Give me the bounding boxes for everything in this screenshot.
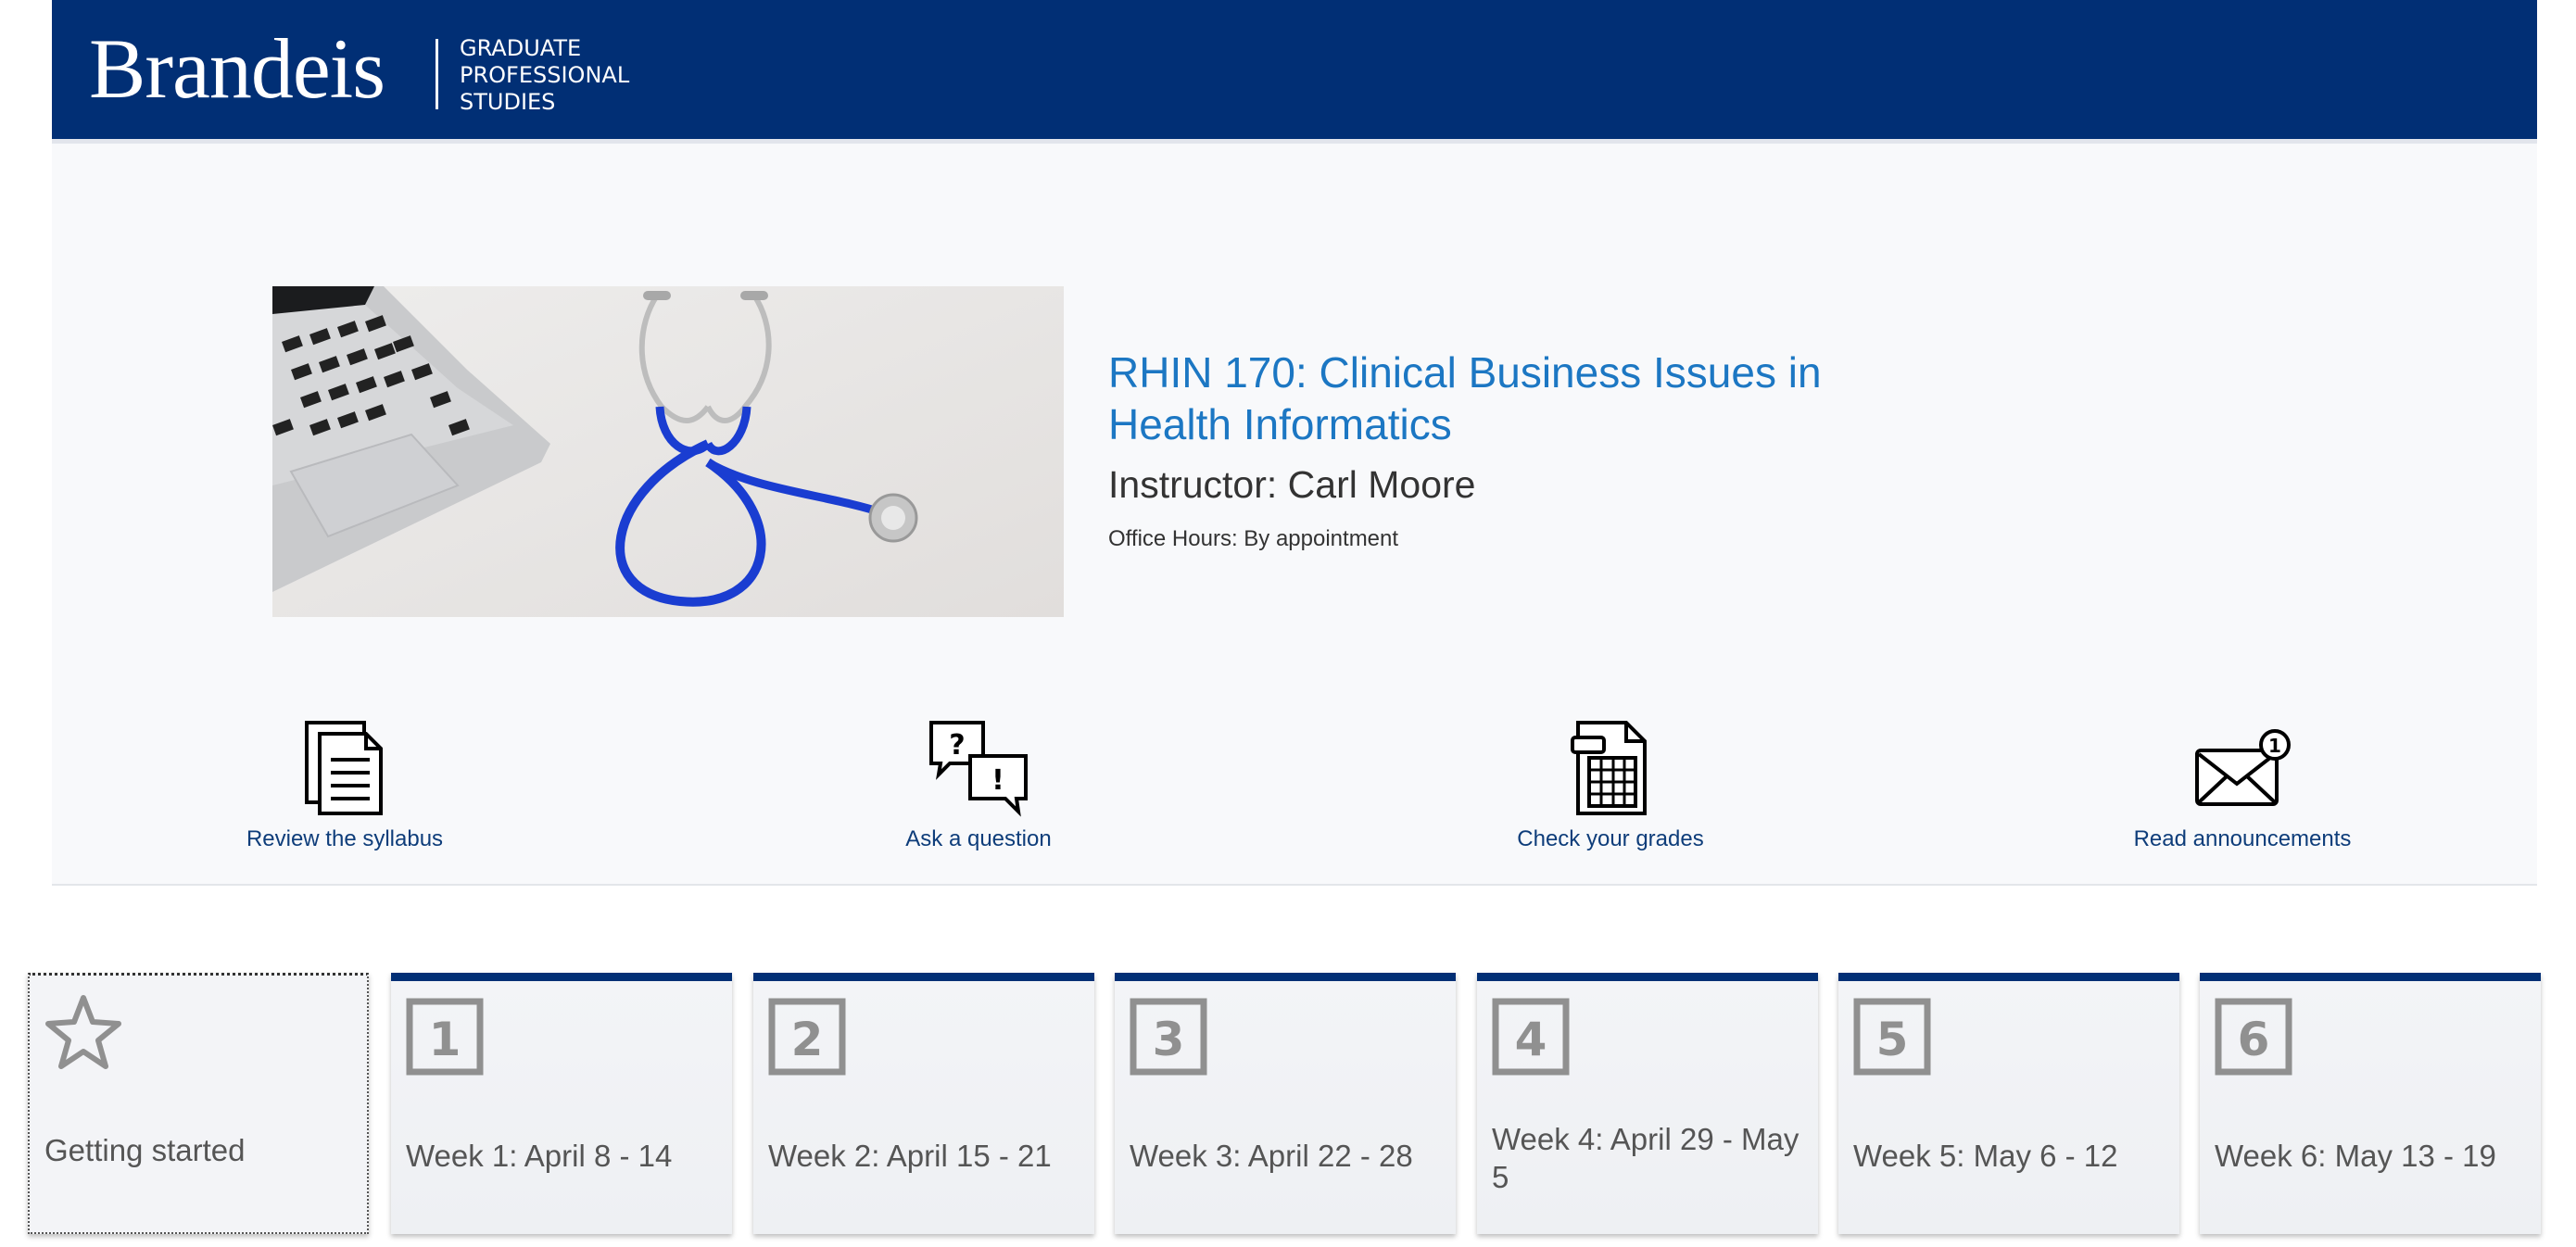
module-card-week-5[interactable]: 5 Week 5: May 6 - 12	[1838, 973, 2179, 1234]
module-number: 6	[2238, 1013, 2270, 1066]
number-5-icon: 5	[1853, 998, 1931, 1076]
course-title: RHIN 170: Clinical Business Issues in He…	[1108, 348, 1822, 448]
number-3-icon: 3	[1130, 998, 1207, 1076]
module-number: 3	[1153, 1013, 1185, 1066]
module-card-week-2[interactable]: 2 Week 2: April 15 - 21	[753, 973, 1094, 1234]
module-label: Week 2: April 15 - 21	[768, 1139, 1052, 1173]
module-number: 5	[1876, 1013, 1909, 1066]
read-announcements-link[interactable]: 1 Read announcements	[2057, 719, 2428, 852]
module-number: 2	[791, 1013, 824, 1066]
module-label: Week 4: April 29 - May 5	[1492, 1122, 1799, 1194]
module-number: 1	[429, 1013, 461, 1066]
logo-sub-line: PROFESSIONAL	[460, 62, 630, 88]
syllabus-document-icon	[305, 721, 383, 815]
module-card-week-3[interactable]: 3 Week 3: April 22 - 28	[1115, 973, 1456, 1234]
star-icon	[45, 995, 121, 1069]
action-label: Ask a question	[905, 826, 1052, 851]
module-label: Week 6: May 13 - 19	[2215, 1139, 2496, 1173]
review-syllabus-link[interactable]: Review the syllabus	[159, 719, 530, 852]
site-header: Brandeis GRADUATE PROFESSIONAL STUDIES	[52, 0, 2537, 139]
module-number: 4	[1515, 1013, 1547, 1066]
module-label: Week 1: April 8 - 14	[406, 1139, 673, 1173]
logo-sub-line: STUDIES	[460, 89, 556, 115]
announcements-mail-icon: 1	[2195, 729, 2291, 806]
module-card-week-1[interactable]: 1 Week 1: April 8 - 14	[391, 973, 732, 1234]
action-label: Read announcements	[2133, 826, 2352, 851]
module-card-getting-started[interactable]: Getting started	[28, 973, 369, 1234]
notification-badge: 1	[2268, 735, 2281, 757]
question-chat-icon: ? !	[929, 721, 1028, 817]
ask-question-link[interactable]: ? ! Ask a question	[793, 719, 1164, 852]
module-card-week-4[interactable]: 4 Week 4: April 29 - May 5	[1477, 973, 1818, 1234]
brandeis-logo[interactable]: Brandeis	[89, 22, 385, 115]
svg-text:?: ?	[949, 729, 965, 762]
course-banner-image	[272, 286, 1064, 617]
number-2-icon: 2	[768, 998, 846, 1076]
logo-subtitle: GRADUATE PROFESSIONAL STUDIES	[460, 35, 629, 116]
logo-sub-line: GRADUATE	[460, 35, 582, 61]
instructor-name: Instructor: Carl Moore	[1108, 463, 1476, 506]
svg-text:!: !	[991, 764, 1004, 797]
module-label: Week 5: May 6 - 12	[1853, 1139, 2118, 1173]
action-label: Review the syllabus	[246, 826, 444, 851]
number-4-icon: 4	[1492, 998, 1570, 1076]
check-grades-link[interactable]: Check your grades	[1425, 719, 1796, 852]
gradebook-spreadsheet-icon	[1571, 721, 1647, 815]
logo-divider	[436, 39, 438, 109]
module-label: Getting started	[44, 1133, 246, 1167]
action-label: Check your grades	[1517, 826, 1704, 851]
module-label: Week 3: April 22 - 28	[1130, 1139, 1413, 1173]
number-1-icon: 1	[406, 998, 484, 1076]
office-hours: Office Hours: By appointment	[1108, 526, 1399, 551]
number-6-icon: 6	[2215, 998, 2292, 1076]
module-card-week-6[interactable]: 6 Week 6: May 13 - 19	[2200, 973, 2541, 1234]
